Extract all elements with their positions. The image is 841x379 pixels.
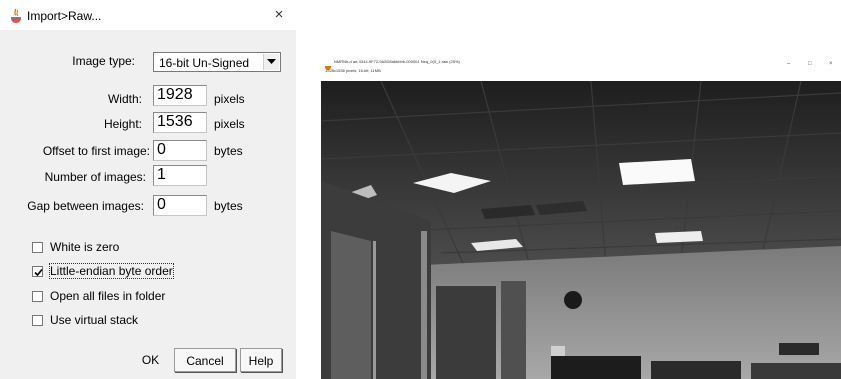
- window-close-button[interactable]: ×: [829, 61, 833, 67]
- gap-input[interactable]: 0: [153, 195, 207, 216]
- office-ceiling-image: [321, 81, 841, 379]
- width-label: Width:: [107, 92, 142, 106]
- height-label: Height:: [103, 117, 142, 131]
- width-value: 1928: [157, 86, 193, 103]
- import-raw-dialog: Import>Raw... × Image type: 16-bit Un-Si…: [0, 0, 296, 379]
- minimize-button[interactable]: –: [787, 61, 790, 67]
- number-of-images-label: Number of images:: [44, 170, 146, 184]
- dialog-title: Import>Raw...: [27, 9, 102, 23]
- offset-unit: bytes: [214, 144, 243, 158]
- width-unit: pixels: [214, 92, 245, 106]
- dialog-body: Image type: 16-bit Un-Signed Width: 1928…: [0, 30, 296, 379]
- dialog-titlebar[interactable]: Import>Raw... ×: [0, 0, 296, 30]
- gap-label: Gap between images:: [27, 199, 144, 213]
- image-type-select[interactable]: 16-bit Un-Signed: [153, 52, 281, 72]
- close-button[interactable]: ×: [270, 7, 288, 23]
- java-cup-icon: [11, 8, 21, 23]
- image-type-value: 16-bit Un-Signed: [159, 56, 250, 70]
- offset-label: Offset to first image:: [42, 144, 150, 158]
- white-is-zero-checkbox[interactable]: [32, 242, 43, 253]
- image-window-titlebar[interactable]: NMRNb-d ae-4344-9F72-9A5D8a6bbbb-000001 …: [321, 57, 841, 81]
- virtual-stack-checkbox[interactable]: [32, 315, 43, 326]
- maximize-button[interactable]: □: [808, 61, 812, 67]
- little-endian-checkbox[interactable]: [32, 266, 43, 277]
- white-is-zero-label[interactable]: White is zero: [50, 240, 119, 254]
- open-all-files-checkbox[interactable]: [32, 291, 43, 302]
- width-input[interactable]: 1928: [153, 85, 207, 106]
- ok-button[interactable]: OK: [132, 348, 169, 372]
- number-of-images-input[interactable]: 1: [153, 165, 207, 186]
- open-all-files-label[interactable]: Open all files in folder: [50, 289, 165, 303]
- image-info: 1928x1536 pixels; 16-bit; 11MB: [325, 68, 381, 73]
- height-unit: pixels: [214, 117, 245, 131]
- little-endian-label[interactable]: Little-endian byte order: [49, 263, 174, 279]
- offset-input[interactable]: 0: [153, 140, 207, 161]
- gap-unit: bytes: [214, 199, 243, 213]
- gap-value: 0: [157, 196, 166, 213]
- offset-value: 0: [157, 141, 166, 158]
- image-type-label: Image type:: [72, 54, 135, 68]
- height-input[interactable]: 1536: [153, 112, 207, 133]
- dropdown-arrow[interactable]: [263, 54, 279, 70]
- help-button[interactable]: Help: [240, 348, 282, 372]
- virtual-stack-label[interactable]: Use virtual stack: [50, 313, 138, 327]
- cancel-button[interactable]: Cancel: [174, 348, 236, 372]
- chevron-down-icon: [267, 59, 276, 64]
- image-window-title: NMRNb-d ae-4344-9F72-9A5D8a6bbbb-000001 …: [334, 59, 460, 64]
- image-window: NMRNb-d ae-4344-9F72-9A5D8a6bbbb-000001 …: [321, 57, 841, 379]
- number-of-images-value: 1: [157, 166, 166, 183]
- height-value: 1536: [157, 113, 193, 130]
- checkmark-icon: [34, 268, 43, 277]
